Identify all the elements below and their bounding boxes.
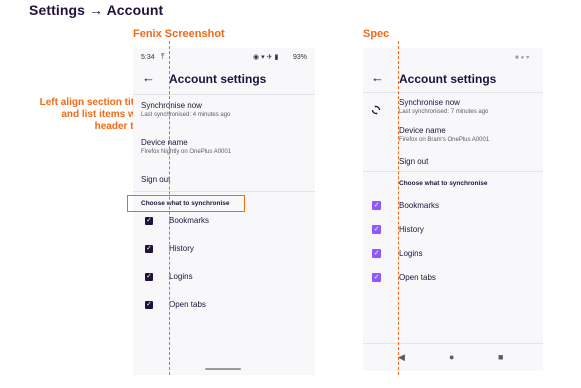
nav-back-icon[interactable]: ◀ [398, 352, 405, 363]
item-title: Synchronise now [399, 98, 460, 107]
item-subtitle: Firefox Nightly on OnePlus A0001 [141, 149, 232, 155]
annotation-line: Left align section titles [39, 97, 148, 108]
checkbox-history[interactable]: ✓ [372, 225, 381, 234]
divider [363, 92, 543, 93]
sign-out-item[interactable]: Sign out [141, 175, 170, 184]
sync-now-item[interactable]: Synchronise now Last synchronised: 7 min… [399, 98, 488, 115]
item-title: Device name [399, 126, 446, 135]
checkbox-bookmarks[interactable]: ✓ [372, 201, 381, 210]
alignment-guide [169, 41, 170, 375]
checkbox-label: Bookmarks [169, 216, 210, 225]
status-icons: ■●▾ [515, 54, 531, 61]
airplane-icon: ✈ [266, 54, 275, 61]
annotation-note: Left align section titles and list items… [28, 97, 148, 133]
device-name-item[interactable]: Device name Firefox on Bram's OnePlus A0… [399, 126, 489, 143]
annotation-line: header text [94, 121, 148, 132]
item-subtitle: Firefox on Bram's OnePlus A0001 [399, 137, 490, 143]
checkbox-label: Open tabs [169, 300, 206, 309]
item-subtitle: Last synchronised: 4 minutes ago [141, 112, 231, 118]
alignment-guide [398, 41, 399, 375]
checkbox-open-tabs[interactable]: ✓ [372, 273, 381, 282]
gesture-bar[interactable] [205, 368, 241, 370]
checkbox-icon[interactable]: ✓ [145, 245, 153, 253]
checkbox-logins[interactable]: ✓ [372, 249, 381, 258]
divider [363, 343, 543, 344]
checkbox-icon[interactable]: ✓ [145, 217, 153, 225]
appbar-title: Account settings [399, 72, 497, 86]
annotation-line: and list items with [61, 109, 148, 120]
nav-recents-icon[interactable]: ■ [498, 352, 503, 362]
upload-icon: ⤒ [161, 52, 165, 61]
appbar-title: Account settings [169, 72, 267, 86]
section-title: Choose what to synchronise [399, 180, 488, 187]
spec-heading: Spec [363, 28, 390, 40]
eye-icon: ◉ [253, 54, 262, 61]
back-arrow-icon[interactable]: ← [142, 70, 155, 85]
checkbox-icon[interactable]: ✓ [372, 273, 381, 282]
checkbox-logins[interactable]: ✓ [145, 273, 153, 281]
checkbox-history[interactable]: ✓ [145, 245, 153, 253]
divider [133, 191, 315, 192]
checkbox-icon[interactable]: ✓ [372, 249, 381, 258]
sync-icon [371, 102, 381, 120]
checkbox-open-tabs[interactable]: ✓ [145, 301, 153, 309]
checkbox-icon[interactable]: ✓ [145, 273, 153, 281]
status-battery: 93% [293, 54, 308, 61]
back-arrow-icon[interactable]: ← [371, 70, 384, 85]
item-title: Device name [141, 138, 188, 147]
item-title: Synchronise now [141, 101, 202, 110]
status-time: 5:34 [141, 54, 155, 61]
nav-home-icon[interactable]: ● [449, 352, 454, 362]
device-name-item[interactable]: Device name Firefox Nightly on OnePlus A… [141, 138, 231, 155]
divider [363, 171, 543, 172]
status-icons: ◉▾✈▮ [253, 53, 280, 61]
battery-icon: ▾ [526, 55, 532, 61]
checkbox-label: Bookmarks [399, 201, 440, 210]
battery-icon: ▮ [274, 54, 281, 61]
checkbox-icon[interactable]: ✓ [372, 225, 381, 234]
checkbox-label: History [399, 225, 424, 234]
sign-out-item[interactable]: Sign out [399, 157, 428, 166]
checkbox-icon[interactable]: ✓ [372, 201, 381, 210]
page-title: Settings → Account [29, 2, 164, 18]
checkbox-label: Logins [399, 249, 423, 258]
section-title: Choose what to synchronise [141, 200, 230, 207]
item-subtitle: Last synchronised: 7 minutes ago [399, 109, 489, 115]
checkbox-icon[interactable]: ✓ [145, 301, 153, 309]
fenix-screenshot-heading: Fenix Screenshot [133, 28, 225, 40]
checkbox-label: History [169, 244, 194, 253]
divider [133, 94, 315, 95]
sync-now-item[interactable]: Synchronise now Last synchronised: 4 min… [141, 101, 230, 118]
spec-phone-screen: ■●▾ ← Account settings Synchronise now L… [363, 48, 543, 371]
fenix-phone-screen: 5:34 ⤒ ◉▾✈▮ 93% ← Account settings Synch… [127, 48, 315, 375]
checkbox-bookmarks[interactable]: ✓ [145, 217, 153, 225]
checkbox-label: Open tabs [399, 273, 436, 282]
checkbox-label: Logins [169, 272, 193, 281]
